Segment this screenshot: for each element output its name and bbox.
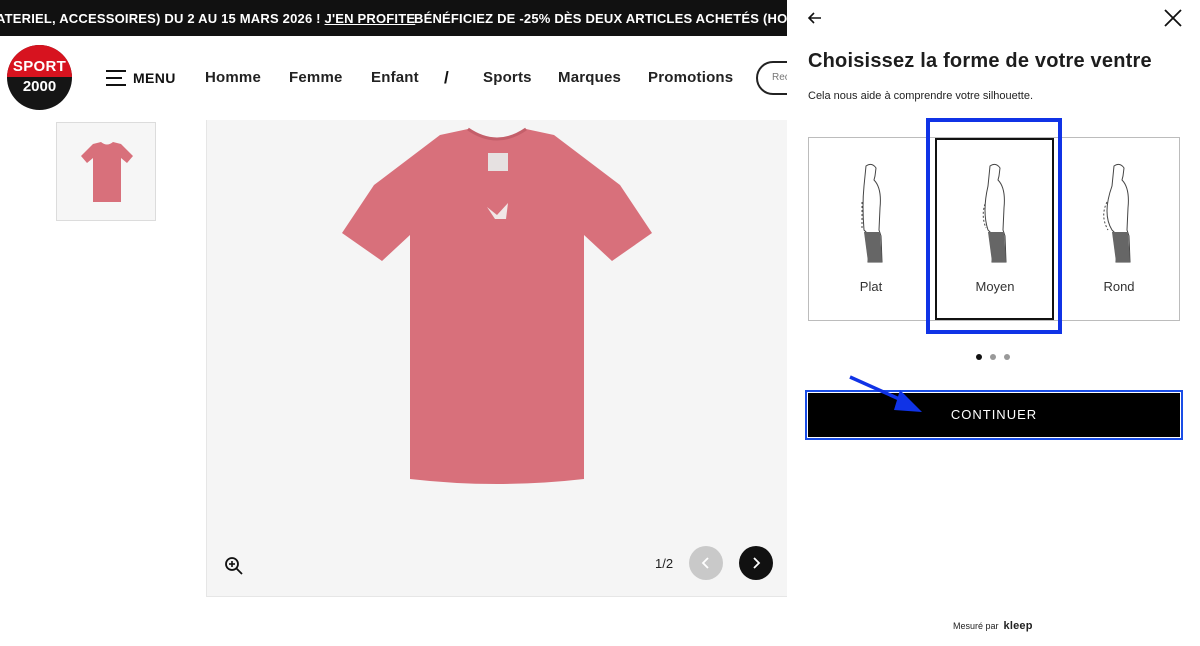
medium-belly-silhouette-icon	[982, 163, 1007, 263]
image-counter: 1/2	[655, 556, 674, 571]
chevron-left-icon	[701, 557, 709, 569]
sport2000-logo[interactable]: SPORT 2000	[7, 45, 72, 110]
nav-item-marques[interactable]: Marques	[558, 69, 621, 86]
logo-line-1: SPORT	[12, 58, 67, 75]
next-image-button[interactable]	[739, 546, 773, 580]
promo-message-1: ATERIEL, ACCESSOIRES) DU 2 AU 15 MARS 20…	[0, 11, 325, 26]
promo-link[interactable]: J'EN PROFITE	[325, 11, 416, 26]
panel-title: Choisissez la forme de votre ventre	[808, 50, 1152, 72]
option-label-plat: Plat	[859, 279, 883, 294]
kleep-logo: kleep	[1003, 620, 1033, 632]
measured-by-note: Mesuré par kleep	[953, 620, 1033, 632]
label-tag-icon	[488, 153, 508, 171]
menu-label: MENU	[133, 70, 176, 86]
hamburger-icon	[106, 70, 126, 86]
previous-image-button[interactable]	[689, 546, 723, 580]
close-icon[interactable]	[1163, 8, 1183, 28]
tshirt-thumbnail-image	[81, 142, 133, 202]
option-plat[interactable]: Plat	[809, 138, 933, 320]
zoom-in-icon[interactable]	[224, 556, 244, 576]
nav-item-enfant[interactable]: Enfant	[371, 69, 419, 86]
measured-by-label: Mesuré par	[953, 621, 999, 631]
carousel-pagination	[976, 354, 1012, 360]
option-moyen[interactable]: Moyen	[933, 138, 1057, 320]
flat-belly-silhouette-icon	[861, 163, 883, 263]
arrow-left-icon[interactable]	[807, 10, 823, 26]
pagination-dot[interactable]	[1004, 354, 1010, 360]
option-label-rond: Rond	[1103, 279, 1135, 294]
tshirt-product-image	[342, 127, 652, 484]
nav-item-sports[interactable]: Sports	[483, 69, 532, 86]
pagination-dot[interactable]	[990, 354, 996, 360]
round-belly-silhouette-icon	[1103, 163, 1131, 263]
body-shape-panel: Choisissez la forme de votre ventre Cela…	[787, 0, 1200, 646]
pagination-dot-active[interactable]	[976, 354, 982, 360]
logo-line-2: 2000	[22, 78, 57, 95]
annotation-arrow-icon	[849, 375, 922, 412]
chevron-right-icon	[753, 557, 761, 569]
menu-button[interactable]: MENU	[106, 69, 176, 87]
product-thumbnail[interactable]	[56, 122, 156, 221]
nav-item-femme[interactable]: Femme	[289, 69, 343, 86]
nav-separator: /	[444, 68, 449, 87]
nav-item-homme[interactable]: Homme	[205, 69, 261, 86]
nav-item-promotions[interactable]: Promotions	[648, 69, 733, 86]
panel-subtitle: Cela nous aide à comprendre votre silhou…	[808, 90, 1034, 102]
belly-shape-options: Plat Moyen Rond	[808, 137, 1180, 321]
option-label-moyen: Moyen	[975, 279, 1015, 294]
option-rond[interactable]: Rond	[1057, 138, 1181, 320]
